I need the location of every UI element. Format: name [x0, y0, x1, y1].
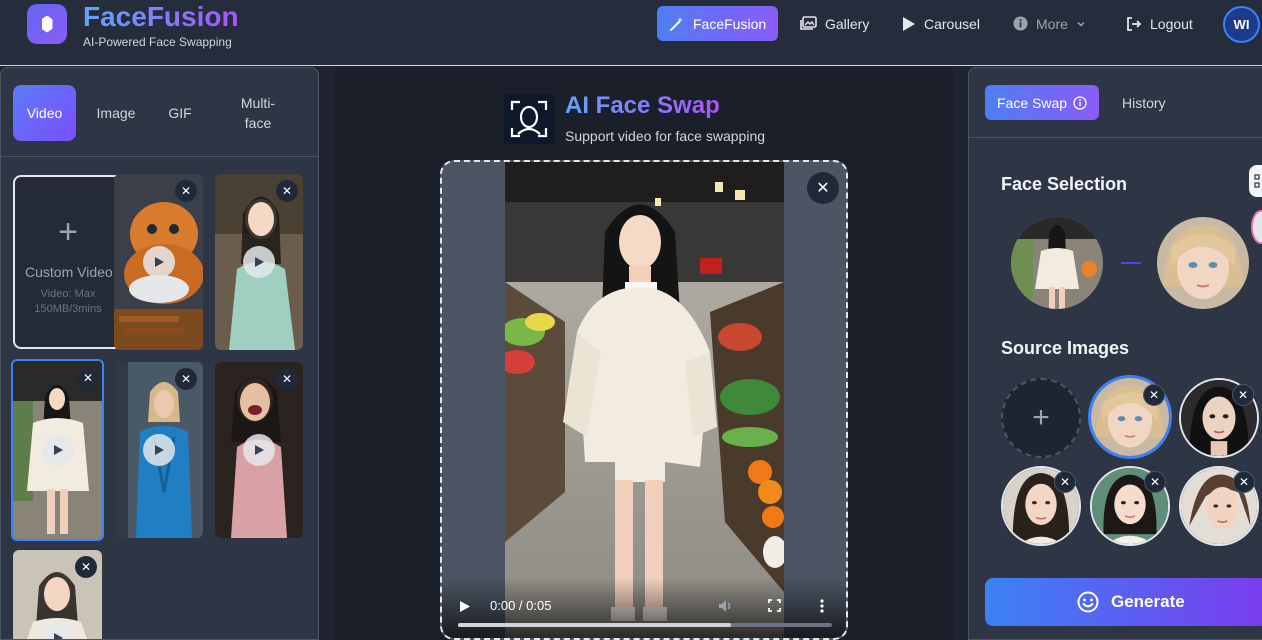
tab-multi-face[interactable]: Multi- face [223, 85, 293, 141]
detected-face-thumbnail[interactable] [1011, 217, 1103, 309]
play-icon[interactable] [459, 600, 471, 613]
video-progress-bar[interactable] [458, 623, 832, 627]
nav-gallery-button[interactable]: Gallery [788, 6, 881, 41]
video-time: 0:00 / 0:05 [490, 598, 552, 613]
tab-multi-face-line2: face [244, 115, 272, 131]
custom-video-limit-line1: Video: Max [40, 288, 96, 300]
gallery-icon [800, 16, 817, 30]
logo-icon[interactable] [27, 4, 67, 44]
qr-code-button[interactable] [1249, 165, 1262, 197]
nav-facefusion-button[interactable]: FaceFusion [657, 6, 779, 41]
video-thumbnail[interactable]: ✕ [215, 174, 303, 350]
preview-area: AI Face Swap Support video for face swap… [335, 67, 953, 640]
info-icon [1013, 16, 1028, 31]
fullscreen-icon[interactable] [768, 599, 781, 612]
tab-multi-face-line1: Multi- [240, 95, 276, 111]
video-frame-image [505, 162, 784, 638]
volume-icon[interactable] [718, 599, 734, 613]
remove-video-button[interactable]: ✕ [175, 180, 197, 202]
nav-carousel-button[interactable]: Carousel [890, 6, 992, 41]
nav-facefusion-label: FaceFusion [693, 15, 767, 32]
nav-gallery-label: Gallery [825, 15, 870, 32]
play-button[interactable] [142, 246, 175, 278]
play-icon [154, 445, 164, 455]
tab-video[interactable]: Video [13, 85, 76, 141]
info-icon[interactable] [1073, 95, 1087, 110]
magic-wand-icon [670, 16, 683, 31]
video-thumbnail[interactable]: ✕ [114, 362, 203, 538]
remove-video-button[interactable]: ✕ [175, 368, 197, 390]
play-button[interactable] [41, 434, 74, 466]
play-button[interactable] [243, 246, 275, 278]
play-icon [53, 633, 63, 639]
remove-target-video-button[interactable]: ✕ [807, 172, 839, 204]
custom-video-limits: Video: Max 150MB/3mins [15, 287, 121, 317]
page-subtitle: Support video for face swapping [565, 128, 766, 144]
video-thumbnail[interactable]: ✕ [13, 550, 102, 639]
video-thumbnail[interactable]: ✕ [215, 362, 303, 538]
plus-icon: + [58, 213, 78, 251]
nav-more-dropdown[interactable]: More [1001, 6, 1098, 41]
source-images-title: Source Images [1001, 338, 1130, 358]
page-title: AI Face Swap [565, 92, 720, 119]
brand-subtitle: AI-Powered Face Swapping [83, 35, 232, 49]
nav-more-label: More [1036, 15, 1068, 32]
nav-logout-button[interactable]: Logout [1114, 6, 1205, 41]
generate-button[interactable]: Generate [985, 578, 1262, 626]
nav-logout-label: Logout [1150, 15, 1193, 32]
face-mapping-connector [1121, 262, 1141, 264]
custom-video-limit-line2: 150MB/3mins [34, 303, 102, 315]
smiley-face-icon [1077, 591, 1099, 613]
remove-video-button[interactable]: ✕ [276, 180, 298, 202]
custom-video-title: Custom Video [25, 264, 113, 280]
tab-face-swap[interactable]: Face Swap [985, 85, 1100, 120]
custom-video-upload[interactable]: + Custom Video Video: Max 150MB/3mins [13, 175, 123, 349]
play-icon [903, 16, 915, 31]
template-panel: Video Image GIF Multi- face + Custom Vid… [0, 67, 319, 640]
play-button[interactable] [243, 434, 275, 466]
add-source-image-button[interactable]: + [1001, 378, 1081, 458]
top-header: FaceFusion AI-Powered Face Swapping Face… [0, 0, 1262, 66]
remove-source-image-button[interactable]: ✕ [1143, 384, 1165, 406]
tab-image[interactable]: Image [87, 85, 145, 141]
remove-source-image-button[interactable]: ✕ [1054, 471, 1076, 493]
remove-source-image-button[interactable]: ✕ [1232, 384, 1254, 406]
play-icon [255, 445, 264, 455]
swap-tabs: Face Swap History [969, 68, 1262, 138]
video-dropzone[interactable]: ✕ 0:00 / 0:05 [440, 160, 848, 640]
remove-video-button[interactable]: ✕ [276, 368, 298, 390]
target-face-thumbnail[interactable] [1157, 217, 1249, 309]
chevron-down-icon [1077, 21, 1085, 27]
video-progress-fill [458, 623, 732, 627]
detected-face-image [1011, 217, 1103, 309]
tab-history[interactable]: History [1122, 95, 1166, 111]
video-player[interactable] [505, 162, 784, 638]
remove-source-image-button[interactable]: ✕ [1233, 471, 1255, 493]
target-face-image [1157, 217, 1249, 309]
remove-source-image-button[interactable]: ✕ [1144, 471, 1166, 493]
face-selection-title: Face Selection [1001, 174, 1128, 194]
remove-video-button[interactable]: ✕ [77, 367, 99, 389]
more-vertical-icon[interactable] [820, 599, 824, 613]
tab-gif[interactable]: GIF [155, 85, 205, 141]
swap-panel: Face Swap History Face Selection Source … [968, 67, 1262, 640]
remove-video-button[interactable]: ✕ [75, 556, 97, 578]
tab-face-swap-label: Face Swap [997, 94, 1068, 111]
play-icon [255, 257, 264, 267]
brand-title[interactable]: FaceFusion [83, 1, 239, 33]
qr-code-icon [1254, 174, 1260, 188]
video-controls: 0:00 / 0:05 [442, 578, 846, 638]
play-button[interactable] [142, 434, 175, 466]
video-thumbnail[interactable]: ✕ [114, 174, 203, 350]
nav-carousel-label: Carousel [924, 15, 981, 32]
play-icon [154, 257, 164, 267]
logout-icon [1127, 16, 1142, 31]
generate-label: Generate [1111, 592, 1185, 611]
play-icon [53, 445, 63, 455]
face-scan-icon [504, 94, 554, 144]
video-thumbnail-selected[interactable]: ✕ [11, 359, 104, 541]
media-type-tabs: Video Image GIF Multi- face [1, 68, 318, 157]
user-avatar[interactable]: WI [1223, 6, 1260, 43]
